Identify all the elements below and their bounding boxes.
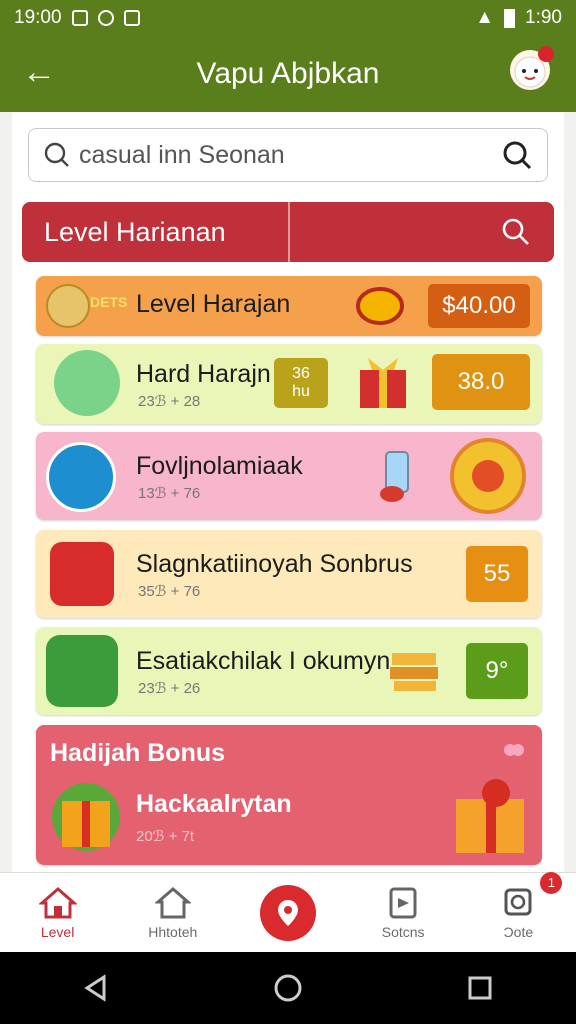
location-pin-button[interactable] (259, 884, 316, 941)
level-card[interactable]: Esatiakchilak I okumyn 23ℬ + 26 9° (36, 627, 542, 715)
user-avatar (54, 350, 120, 416)
nav-item-history[interactable]: Hhtoteh (123, 878, 223, 948)
card-title: Slagnkatiinoyah Sonbrus (136, 550, 413, 578)
card-meta: 35ℬ + 76 (138, 583, 201, 600)
card-title: Level Harajan (136, 290, 291, 318)
value-badge: 55 (466, 546, 528, 602)
system-back-button[interactable] (64, 956, 128, 1020)
card-prefix: DETS (90, 294, 128, 310)
circle-home-icon (274, 974, 302, 1002)
value-badge: 38.0 (432, 354, 530, 410)
nav-label-history: Hhtoteh (148, 923, 198, 940)
card-title: Fovljnolamiaak (136, 452, 303, 480)
level-badge-number: 36 (292, 365, 310, 382)
bonus-subtitle: Hackaalrytan (136, 790, 292, 818)
coin-avatar (46, 284, 90, 328)
status-time-left: 19:00 (14, 7, 62, 28)
level-card[interactable]: Fovljnolamiaak 13ℬ + 76 (36, 432, 542, 520)
mascot-badge (538, 46, 554, 62)
document-avatar (46, 635, 118, 707)
square-recents-icon (468, 976, 492, 1000)
nav-item-sorts[interactable]: Sotcns (353, 878, 453, 948)
phone-bonus-icon (380, 451, 409, 502)
search-field[interactable] (28, 128, 548, 182)
card-meta: 23ℬ + 28 (138, 393, 201, 410)
sorts-icon (389, 887, 417, 918)
search-input[interactable] (79, 140, 501, 170)
bonus-meta: 20ℬ + 7t (136, 828, 195, 845)
mascot-avatar[interactable] (510, 46, 554, 90)
coin-bag-icon (356, 287, 404, 325)
value-badge: $40.00 (428, 284, 530, 328)
alarm-icon (97, 10, 114, 26)
card-meta: 23ℬ + 26 (138, 680, 201, 697)
bonus-title: Hadijah Bonus (50, 739, 226, 767)
card-title: Hard Harajn (136, 360, 271, 388)
back-arrow-icon[interactable]: ← (22, 50, 66, 94)
system-recents-button[interactable] (448, 956, 512, 1020)
page-title: Vapu Abjbkan (196, 57, 380, 90)
bonus-flower-icon (504, 744, 524, 756)
gift-box-left-icon (52, 783, 120, 851)
triangle-back-icon (84, 974, 106, 1002)
level-card[interactable]: Slagnkatiinoyah Sonbrus 35ℬ + 76 55 (36, 530, 542, 618)
header-search-icon[interactable] (500, 216, 532, 248)
bonus-card[interactable]: Hadijah Bonus Hackaalrytan 20ℬ + 7t (36, 725, 542, 865)
level-header-label: Level Harianan (44, 216, 226, 247)
bonus-bag-avatar (50, 542, 114, 606)
app-notification-icon (123, 10, 140, 26)
sunburst-coin-icon (450, 438, 526, 514)
signal-icon: ▲ (475, 7, 495, 28)
app-bar: ← Vapu Abjbkan (0, 36, 576, 112)
home-icon (38, 886, 77, 918)
card-title: Esatiakchilak I okumyn (136, 647, 391, 675)
location-pin-icon (277, 899, 298, 926)
status-time-right: 1:90 (525, 7, 562, 28)
nav-item-more[interactable]: 1 Ɔote (468, 871, 568, 948)
bottom-nav: Level Hhtoteh Sotcns 1 Ɔote (0, 871, 576, 952)
history-icon (154, 886, 191, 918)
search-icon (44, 142, 69, 167)
level-card[interactable]: DETS Level Harajan $40.00 (36, 276, 542, 336)
nav-label-level: Level (40, 923, 75, 940)
main-content: Level Harianan DETS Level Harajan $40.00… (12, 112, 564, 872)
notification-badge: 1 (540, 871, 563, 894)
status-right: ▲ 1:90 (475, 7, 562, 29)
search-submit-icon[interactable] (501, 139, 533, 171)
stacked-books-icon (390, 653, 438, 691)
nav-label-more: Ɔote (503, 923, 534, 940)
gift-box-right-icon (456, 779, 524, 853)
battery-icon (504, 8, 516, 28)
value-badge: 9° (466, 643, 528, 699)
more-icon (504, 888, 532, 915)
level-header[interactable]: Level Harianan (22, 202, 554, 262)
nav-item-center[interactable] (238, 878, 338, 948)
notification-icon (71, 10, 88, 26)
status-bar: 19:00 ▲ 1:90 (0, 0, 576, 36)
level-badge: 36 hu (274, 358, 328, 408)
level-card[interactable]: Hard Harajn 23ℬ + 28 36 hu 38.0 (36, 344, 542, 424)
gift-box-icon (360, 358, 406, 408)
level-badge-unit: hu (292, 383, 310, 400)
system-home-button[interactable] (256, 956, 320, 1020)
status-left: 19:00 (14, 7, 140, 29)
promo-badge-avatar (46, 442, 116, 512)
nav-item-level[interactable]: Level (8, 878, 108, 948)
nav-label-sorts: Sotcns (381, 923, 425, 940)
system-nav-bar (0, 952, 576, 1024)
card-meta: 13ℬ + 76 (138, 485, 201, 502)
header-divider (288, 202, 290, 262)
